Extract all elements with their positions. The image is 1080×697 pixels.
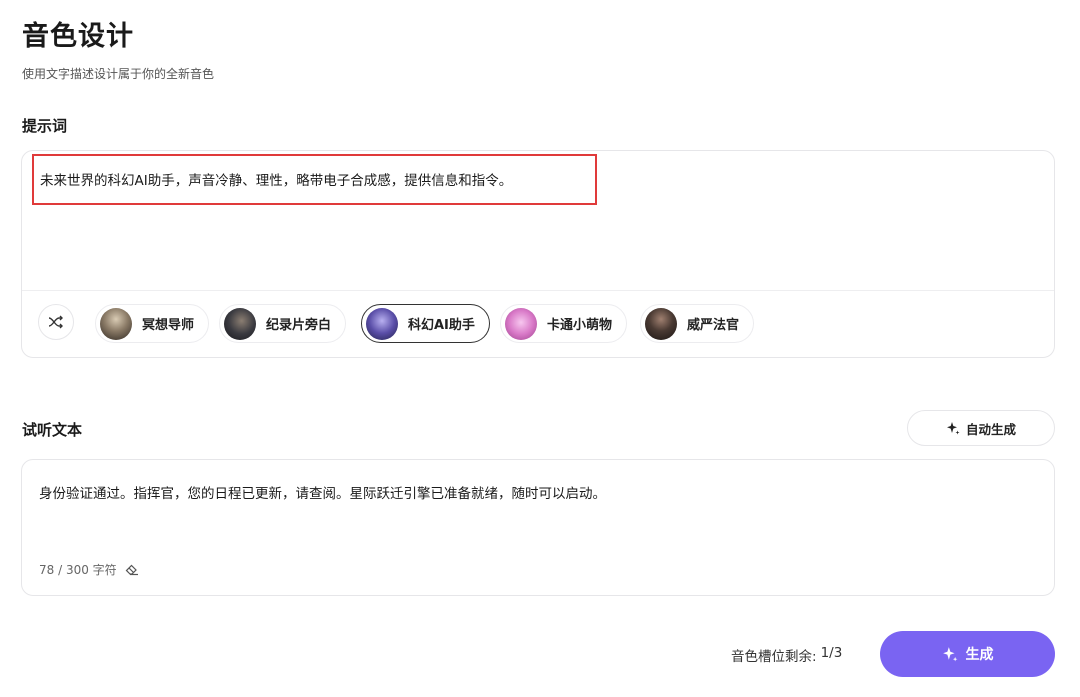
chip-label: 纪录片旁白 <box>266 318 332 333</box>
char-count-text: 78 / 300 字符 <box>39 563 117 577</box>
eraser-icon[interactable] <box>125 564 139 576</box>
avatar <box>100 307 132 340</box>
prompt-card: 未来世界的科幻AI助手，声音冷静、理性，略带电子合成感，提供信息和指令。 冥想导… <box>21 150 1055 358</box>
generate-button[interactable]: 生成 <box>880 631 1055 677</box>
shuffle-button[interactable] <box>38 304 74 340</box>
annotation-highlight-box <box>32 154 597 205</box>
preview-card: 身份验证通过。指挥官，您的日程已更新，请查阅。星际跃迁引擎已准备就绪，随时可以启… <box>21 459 1055 596</box>
generate-label: 生成 <box>965 647 994 663</box>
chip-label: 威严法官 <box>687 318 740 333</box>
preset-chip-documentary[interactable]: 纪录片旁白 <box>219 304 347 343</box>
prompt-section-label: 提示词 <box>22 117 68 135</box>
shuffle-icon <box>48 315 63 329</box>
sparkle-icon <box>942 647 957 662</box>
sparkle-icon <box>946 422 960 435</box>
card-divider <box>22 290 1054 291</box>
chip-label: 科幻AI助手 <box>408 318 475 333</box>
slots-remaining: 音色槽位剩余: 1/3 <box>731 645 842 665</box>
slots-value: 1/3 <box>820 645 843 661</box>
auto-generate-button[interactable]: 自动生成 <box>907 410 1055 446</box>
avatar <box>505 307 537 340</box>
chip-label: 冥想导师 <box>142 318 195 333</box>
preset-chip-judge[interactable]: 威严法官 <box>640 304 755 343</box>
chip-label: 卡通小萌物 <box>547 318 613 333</box>
avatar <box>224 307 256 340</box>
page-subtitle: 使用文字描述设计属于你的全新音色 <box>22 67 215 81</box>
page-title: 音色设计 <box>22 21 134 52</box>
preview-section-label: 试听文本 <box>22 421 83 439</box>
auto-generate-label: 自动生成 <box>965 421 1016 437</box>
slots-label: 音色槽位剩余: <box>731 649 817 665</box>
avatar <box>645 307 677 340</box>
avatar <box>366 307 398 340</box>
preset-chip-scifi-ai[interactable]: 科幻AI助手 <box>361 304 490 343</box>
char-counter: 78 / 300 字符 <box>39 561 139 578</box>
preview-textarea[interactable]: 身份验证通过。指挥官，您的日程已更新，请查阅。星际跃迁引擎已准备就绪，随时可以启… <box>39 482 606 502</box>
preset-chip-cartoon[interactable]: 卡通小萌物 <box>500 304 628 343</box>
preset-chip-meditation[interactable]: 冥想导师 <box>95 304 210 343</box>
